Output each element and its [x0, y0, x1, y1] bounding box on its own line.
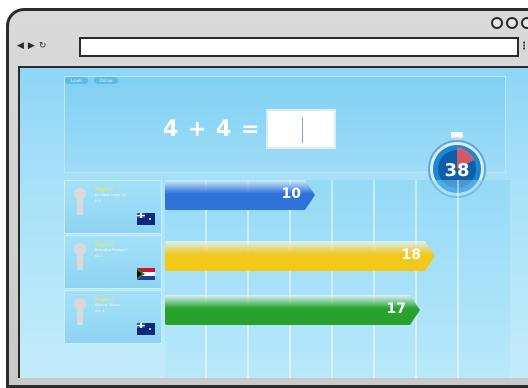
close-button[interactable]: [521, 17, 528, 29]
browser-nav: ◀ ▶ ↻: [17, 41, 46, 51]
grid-line: [457, 180, 459, 378]
player-card-2: Player 2 Khandisa Phillips 2 Gr 3: [64, 235, 162, 289]
reload-icon[interactable]: ↻: [39, 41, 47, 51]
tab-online[interactable]: Online: [93, 77, 119, 84]
grid-line: [373, 180, 375, 378]
avatar: [74, 298, 86, 325]
score-label: 17: [386, 301, 406, 317]
player-detail: Gm 4: [95, 309, 105, 313]
address-bar[interactable]: [79, 37, 519, 57]
score-label: 10: [281, 186, 301, 202]
australia-flag-icon: [137, 213, 155, 225]
avatar: [74, 243, 86, 270]
question-text: 4 + 4 =: [163, 116, 261, 142]
page-viewport: Level Online 4 + 4 = 38 Player 1 Arr Ros…: [18, 66, 528, 378]
score-bar-player-1: 10: [165, 180, 315, 210]
south-africa-flag-icon: [137, 268, 155, 280]
avatar: [74, 188, 86, 215]
player-info: Player 2 Khandisa Phillips 2 Gr 3: [95, 242, 128, 259]
timer-value: 38: [444, 160, 469, 181]
grid-line: [415, 180, 417, 378]
equation: 4 + 4 =: [163, 109, 337, 149]
score-bar-player-3: 17: [165, 295, 420, 325]
minimize-button[interactable]: [491, 17, 503, 29]
player-info: Player 1 Arr Rose Leger 12 H 3: [95, 187, 126, 204]
maximize-button[interactable]: [506, 17, 518, 29]
forward-icon[interactable]: ▶: [28, 41, 35, 51]
page-tabs: Level Online: [65, 77, 119, 84]
player-detail: H 3: [95, 199, 101, 203]
player-card-3: Player 3 Walcha Vikkus Gm 4: [64, 290, 162, 344]
answer-input[interactable]: [266, 109, 337, 149]
browser-frame: ◀ ▶ ↻ ⋮ Level Online 4 + 4 = 38 Player 1…: [6, 8, 528, 388]
back-icon[interactable]: ◀: [17, 41, 24, 51]
tab-level[interactable]: Level: [65, 77, 88, 84]
australia-flag-icon: [137, 323, 155, 335]
player-info: Player 3 Walcha Vikkus Gm 4: [95, 297, 120, 314]
menu-icon[interactable]: ⋮: [519, 41, 528, 52]
text-caret: [302, 117, 304, 143]
grid-line: [331, 180, 333, 378]
score-label: 18: [401, 247, 421, 263]
player-detail: Gr 3: [95, 254, 103, 258]
player-card-1: Player 1 Arr Rose Leger 12 H 3: [64, 180, 162, 234]
score-bar-player-2: 18: [165, 241, 435, 271]
window-controls: [491, 17, 528, 29]
